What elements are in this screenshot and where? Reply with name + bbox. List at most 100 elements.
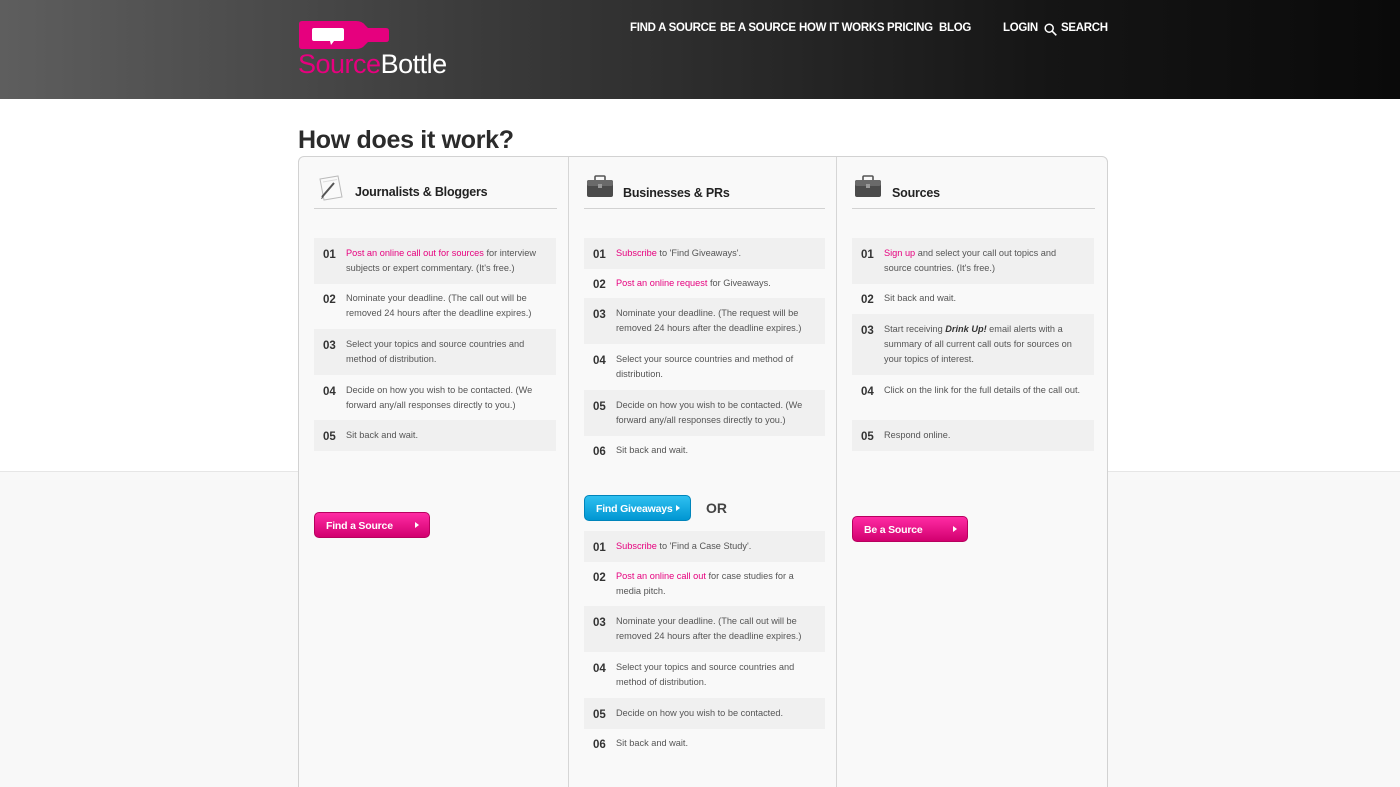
logo-source-text: Source (298, 49, 381, 79)
step-number: 05 (861, 431, 874, 443)
button-label: Find a Source (326, 520, 393, 532)
step-text: Click on the link for the full details o… (884, 385, 1081, 395)
notepad-pencil-icon (319, 175, 343, 201)
step-number: 03 (861, 325, 874, 337)
list-item: 03 Nominate your deadline. (The request … (584, 298, 825, 344)
list-item: 02 Post an online call out for case stud… (584, 561, 825, 607)
step-text: for Giveaways. (707, 278, 771, 288)
step-text-prefix: Start receiving (884, 324, 946, 334)
businesses-header: Businesses & PRs (584, 157, 825, 209)
briefcase-icon (855, 175, 881, 197)
sources-title: Sources (892, 186, 940, 200)
find-a-source-button[interactable]: Find a Source (314, 512, 430, 538)
drink-up-emphasis: Drink Up! (945, 324, 987, 334)
step-number: 01 (861, 249, 874, 261)
main-nav: FIND A SOURCE BE A SOURCE HOW IT WORKS P… (0, 22, 1400, 36)
post-call-out-link[interactable]: Post an online call out (616, 571, 706, 581)
step-text: Decide on how you wish to be contacted. … (346, 385, 533, 410)
list-item: 05 Sit back and wait. (314, 420, 556, 451)
step-text: to 'Find a Case Study'. (656, 541, 752, 551)
step-text: Nominate your deadline. (The call out wi… (616, 616, 802, 641)
step-text: Select your topics and source countries … (616, 662, 795, 687)
nav-search[interactable]: SEARCH (1061, 22, 1108, 34)
step-number: 02 (593, 572, 606, 584)
sign-up-link[interactable]: Sign up (884, 248, 915, 258)
businesses-title: Businesses & PRs (623, 186, 730, 200)
logo-wordmark: SourceBottle (298, 50, 447, 78)
step-number: 06 (593, 739, 606, 751)
journalists-header: Journalists & Bloggers (314, 157, 557, 209)
subscribe-link[interactable]: Subscribe (616, 541, 657, 551)
list-item: 03 Select your topics and source countri… (314, 329, 556, 375)
nav-login[interactable]: LOGIN (1003, 22, 1038, 34)
list-item: 05 Decide on how you wish to be contacte… (584, 390, 825, 436)
list-item: 01 Subscribe to 'Find a Case Study'. (584, 531, 825, 562)
step-text: Sit back and wait. (616, 445, 689, 455)
step-text: Nominate your deadline. (The request wil… (616, 308, 802, 333)
search-icon[interactable] (1044, 23, 1057, 36)
step-number: 03 (593, 309, 606, 321)
step-text: Select your source countries and method … (616, 354, 794, 379)
list-item: 03 Start receiving Drink Up! email alert… (852, 314, 1094, 375)
button-label: Find Giveaways (596, 503, 673, 515)
list-item: 04 Click on the link for the full detail… (852, 375, 1094, 406)
column-divider (568, 157, 569, 787)
nav-find-a-source[interactable]: FIND A SOURCE (630, 22, 716, 34)
step-number: 06 (593, 446, 606, 458)
step-number: 05 (593, 401, 606, 413)
list-item: 02 Sit back and wait. (852, 283, 1094, 314)
step-number: 02 (593, 279, 606, 291)
step-number: 03 (593, 617, 606, 629)
page-title: How does it work? (298, 126, 514, 154)
step-text: Select your topics and source countries … (346, 339, 525, 364)
post-request-link[interactable]: Post an online request (616, 278, 707, 288)
arrow-right-icon (953, 526, 957, 532)
logo-bottle-text: Bottle (380, 49, 448, 79)
step-text: Sit back and wait. (616, 738, 689, 748)
step-number: 03 (323, 340, 336, 352)
list-item: 03 Nominate your deadline. (The call out… (584, 606, 825, 652)
briefcase-icon (587, 175, 613, 197)
find-giveaways-button[interactable]: Find Giveaways (584, 495, 691, 521)
step-number: 02 (323, 294, 336, 306)
step-text: Sit back and wait. (346, 430, 419, 440)
nav-be-a-source[interactable]: BE A SOURCE (720, 22, 796, 34)
nav-pricing[interactable]: PRICING (887, 22, 933, 34)
button-label: Be a Source (864, 524, 923, 536)
nav-how-it-works[interactable]: HOW IT WORKS (799, 22, 885, 34)
step-text: Decide on how you wish to be contacted. (616, 708, 784, 718)
list-item: 05 Respond online. (852, 420, 1094, 451)
nav-blog[interactable]: BLOG (939, 22, 971, 34)
step-text: Decide on how you wish to be contacted. … (616, 400, 803, 425)
column-divider (836, 157, 837, 787)
step-number: 04 (861, 386, 874, 398)
list-item: 04 Decide on how you wish to be contacte… (314, 375, 556, 421)
step-number: 01 (323, 249, 336, 261)
step-text: Respond online. (884, 430, 951, 440)
step-number: 04 (593, 355, 606, 367)
journalists-title: Journalists & Bloggers (355, 185, 488, 199)
step-number: 04 (323, 386, 336, 398)
list-item: 06 Sit back and wait. (584, 728, 825, 759)
list-item: 01 Post an online call out for sources f… (314, 238, 556, 284)
step-text: Sit back and wait. (884, 293, 957, 303)
step-number: 04 (593, 663, 606, 675)
post-call-out-link[interactable]: Post an online call out for sources (346, 248, 484, 258)
step-number: 02 (861, 294, 874, 306)
list-item: 01 Subscribe to 'Find Giveaways'. (584, 238, 825, 269)
or-label: OR (706, 500, 727, 516)
step-text: Nominate your deadline. (The call out wi… (346, 293, 532, 318)
list-item: 04 Select your source countries and meth… (584, 344, 825, 390)
step-number: 05 (593, 709, 606, 721)
arrow-right-icon (415, 522, 419, 528)
sources-header: Sources (852, 157, 1095, 209)
be-a-source-button[interactable]: Be a Source (852, 516, 968, 542)
list-item: 02 Post an online request for Giveaways. (584, 268, 825, 299)
list-item: 01 Sign up and select your call out topi… (852, 238, 1094, 284)
subscribe-link[interactable]: Subscribe (616, 248, 657, 258)
list-item: 04 Select your topics and source countri… (584, 652, 825, 698)
arrow-right-icon (676, 505, 680, 511)
list-item: 06 Sit back and wait. (584, 435, 825, 466)
step-number: 05 (323, 431, 336, 443)
list-item: 05 Decide on how you wish to be contacte… (584, 698, 825, 729)
